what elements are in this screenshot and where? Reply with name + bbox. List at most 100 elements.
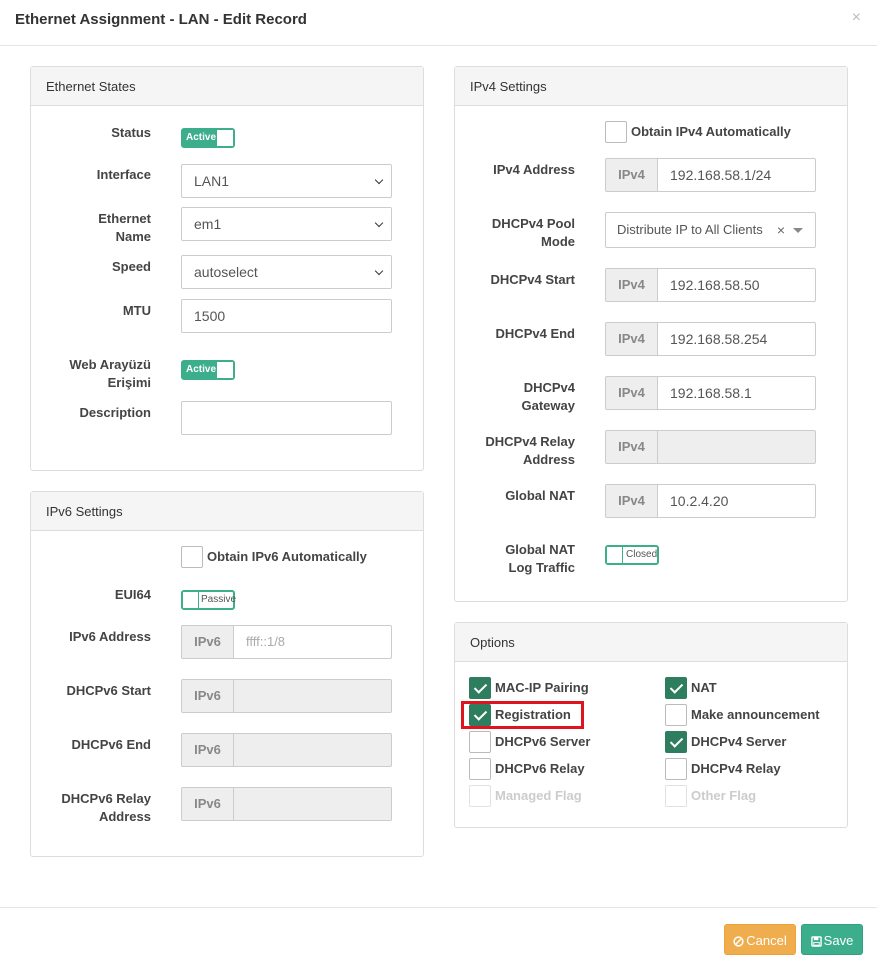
speed-value: autoselect <box>194 264 258 280</box>
input-addon: IPv4 <box>605 322 657 356</box>
dhcpv4-start-label: DHCPv4 Start <box>490 272 575 287</box>
input-addon: IPv4 <box>605 484 657 518</box>
interface-label: Interface <box>96 167 151 182</box>
interface-select[interactable]: LAN1 <box>181 164 392 198</box>
web-access-label: Web Arayüzü Erişimi <box>1 356 151 392</box>
global-nat-log-label: Global NAT Log Traffic <box>425 541 575 577</box>
modal-footer: Cancel Save <box>0 907 877 964</box>
dhcpv6-relay-label: DHCPv6 Relay Address <box>1 790 151 826</box>
save-button[interactable]: Save <box>801 924 863 955</box>
chevron-down-icon <box>374 175 384 185</box>
dhcpv6-end-input <box>233 733 392 767</box>
input-addon: IPv6 <box>181 733 233 767</box>
cancel-button[interactable]: Cancel <box>724 924 796 955</box>
dhcpv6-server-label: DHCPv6 Server <box>495 734 591 749</box>
nat-label: NAT <box>691 680 717 695</box>
panel-heading: Ethernet States <box>31 67 423 106</box>
dhcpv4-end-input[interactable]: 192.168.58.254 <box>657 322 816 356</box>
panel-heading: IPv4 Settings <box>455 67 847 106</box>
ipv4-address-input[interactable]: 192.168.58.1/24 <box>657 158 816 192</box>
toggle-knob <box>217 130 233 146</box>
dhcpv6-relay-input <box>233 787 392 821</box>
input-addon: IPv6 <box>181 625 233 659</box>
clear-icon[interactable]: × <box>777 222 785 238</box>
dhcpv4-gateway-label-line2: Gateway <box>521 398 575 413</box>
mtu-input[interactable]: 1500 <box>181 299 392 333</box>
dhcpv4-server-label: DHCPv4 Server <box>691 734 787 749</box>
dhcpv4-relay-input <box>657 430 816 464</box>
input-addon: IPv4 <box>605 430 657 464</box>
other-flag-checkbox <box>665 785 687 807</box>
dhcpv4-pool-value: Distribute IP to All Clients <box>617 222 763 237</box>
dhcpv6-relay-checkbox[interactable] <box>469 758 491 780</box>
interface-value: LAN1 <box>194 173 230 189</box>
dhcpv6-start-label: DHCPv6 Start <box>66 683 151 698</box>
web-access-label-line1: Web Arayüzü <box>69 357 151 372</box>
global-nat-input[interactable]: 10.2.4.20 <box>657 484 816 518</box>
dhcpv4-relay-label: DHCPv4 Relay Address <box>425 433 575 469</box>
speed-label: Speed <box>111 259 151 274</box>
description-label: Description <box>79 405 151 420</box>
toggle-knob <box>217 362 233 378</box>
dhcpv6-relay-label-line1: DHCPv6 Relay <box>61 791 151 806</box>
ethernet-name-label-line1: Ethernet <box>98 211 151 226</box>
ethernet-name-select[interactable]: em1 <box>181 207 392 241</box>
toggle-knob <box>183 592 199 608</box>
ban-icon <box>733 936 744 947</box>
caret-down-icon <box>793 228 803 233</box>
toggle-on-text: Active <box>183 130 217 146</box>
dhcpv6-server-checkbox[interactable] <box>469 731 491 753</box>
ethernet-name-label-line2: Name <box>115 229 151 244</box>
chevron-down-icon <box>374 218 384 228</box>
dhcpv6-end-label: DHCPv6 End <box>71 737 151 752</box>
managed-flag-checkbox <box>469 785 491 807</box>
speed-select[interactable]: autoselect <box>181 255 392 289</box>
managed-flag-label: Managed Flag <box>495 788 582 803</box>
ipv6-address-input[interactable]: ffff::1/8 <box>233 625 392 659</box>
modal-title: Ethernet Assignment - LAN - Edit Record <box>15 11 307 28</box>
dhcpv6-start-group: IPv6 <box>181 679 392 713</box>
close-icon[interactable]: × <box>852 9 861 27</box>
toggle-on-text: Active <box>183 362 217 378</box>
toggle-knob <box>607 547 623 563</box>
input-addon: IPv4 <box>605 158 657 192</box>
dhcpv4-server-checkbox[interactable] <box>665 731 687 753</box>
make-announcement-checkbox[interactable] <box>665 704 687 726</box>
obtain-ipv6-label: Obtain IPv6 Automatically <box>207 549 367 564</box>
description-input[interactable] <box>181 401 392 435</box>
dhcpv4-end-group: IPv4 192.168.58.254 <box>605 322 816 356</box>
mac-ip-pairing-checkbox[interactable] <box>469 677 491 699</box>
dhcpv6-start-input <box>233 679 392 713</box>
obtain-ipv4-checkbox[interactable] <box>605 121 627 143</box>
ipv6-address-group: IPv6 ffff::1/8 <box>181 625 392 659</box>
dhcpv4-pool-label: DHCPv4 Pool Mode <box>425 215 575 251</box>
mac-ip-pairing-label: MAC-IP Pairing <box>495 680 589 695</box>
status-label: Status <box>111 125 151 140</box>
dhcpv4-gateway-label: DHCPv4 Gateway <box>425 379 575 415</box>
dhcpv4-start-input[interactable]: 192.168.58.50 <box>657 268 816 302</box>
eui64-label: EUI64 <box>114 587 151 602</box>
global-nat-log-toggle[interactable]: Closed <box>605 545 659 565</box>
input-addon: IPv6 <box>181 787 233 821</box>
status-toggle[interactable]: Active <box>181 128 235 148</box>
input-addon: IPv4 <box>605 268 657 302</box>
dhcpv4-relay-checkbox[interactable] <box>665 758 687 780</box>
ethernet-name-label: Ethernet Name <box>1 210 151 246</box>
ethernet-name-value: em1 <box>194 216 222 232</box>
modal-header: Ethernet Assignment - LAN - Edit Record … <box>0 0 877 46</box>
dhcpv6-relay-group: IPv6 <box>181 787 392 821</box>
registration-highlight <box>461 701 584 729</box>
toggle-off-text: Passive <box>201 594 237 605</box>
web-access-toggle[interactable]: Active <box>181 360 235 380</box>
other-flag-label: Other Flag <box>691 788 757 803</box>
obtain-ipv6-checkbox[interactable] <box>181 546 203 568</box>
nat-checkbox[interactable] <box>665 677 687 699</box>
panel-heading: IPv6 Settings <box>31 492 423 531</box>
web-access-label-line2: Erişimi <box>107 375 151 390</box>
eui64-toggle[interactable]: Passive <box>181 590 237 610</box>
dhcpv4-pool-select[interactable]: Distribute IP to All Clients × <box>605 212 816 248</box>
dhcpv4-gateway-input[interactable]: 192.168.58.1 <box>657 376 816 410</box>
dhcpv4-relay-label-line1: DHCPv4 Relay <box>485 434 575 449</box>
mtu-label: MTU <box>122 303 151 318</box>
make-announcement-label: Make announcement <box>691 707 820 722</box>
